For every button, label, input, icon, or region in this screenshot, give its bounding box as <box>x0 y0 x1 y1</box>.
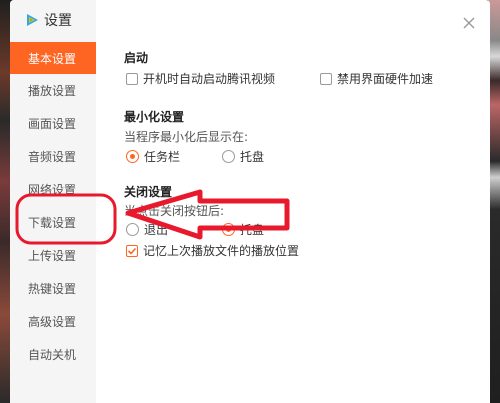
remember-position-option[interactable]: 记忆上次播放文件的播放位置 <box>126 242 299 259</box>
close-tray-option[interactable]: 托盘 <box>222 221 264 238</box>
sidebar-item-label: 网络设置 <box>28 182 77 197</box>
sidebar-item-hotkeys[interactable]: 热键设置 <box>10 272 96 304</box>
close-hint: 当点击关闭按钮后: <box>124 204 225 218</box>
sidebar-item-network[interactable]: 网络设置 <box>10 173 96 205</box>
remember-position-checkbox[interactable] <box>126 244 138 257</box>
sidebar-item-label: 下载设置 <box>28 215 77 230</box>
section-title-startup: 启动 <box>124 51 149 65</box>
dialog-header: 设置 <box>24 9 72 31</box>
sidebar-item-playback[interactable]: 播放设置 <box>10 74 96 106</box>
dialog-title: 设置 <box>44 13 72 29</box>
sidebar-item-upload[interactable]: 上传设置 <box>10 239 96 271</box>
autostart-label: 开机时自动启动腾讯视频 <box>143 72 276 86</box>
section-title-minimize: 最小化设置 <box>124 110 185 124</box>
sidebar-item-label: 音频设置 <box>28 149 77 164</box>
sidebar-item-download[interactable]: 下载设置 <box>10 206 96 238</box>
sidebar: 设置 基本设置 播放设置 画面设置 音频设置 网络设置 下载设置 上传设置 热键… <box>10 0 96 403</box>
sidebar-item-label: 自动关机 <box>28 347 77 362</box>
settings-content: 启动 开机时自动启动腾讯视频 禁用界面硬件加速 最小化设置 当程序最小化后显示在… <box>124 0 484 403</box>
close-tray-radio[interactable] <box>222 223 235 236</box>
minimize-hint: 当程序最小化后显示在: <box>124 130 249 144</box>
section-title-close: 关闭设置 <box>124 185 173 199</box>
sidebar-item-label: 上传设置 <box>28 248 77 263</box>
sidebar-item-label: 画面设置 <box>28 116 77 131</box>
sidebar-item-label: 基本设置 <box>28 51 77 66</box>
sidebar-item-basic[interactable]: 基本设置 <box>10 42 96 74</box>
minimize-taskbar-radio[interactable] <box>126 150 139 163</box>
settings-dialog: 设置 基本设置 播放设置 画面设置 音频设置 网络设置 下载设置 上传设置 热键… <box>10 0 490 403</box>
disable-hw-accel-option[interactable]: 禁用界面硬件加速 <box>320 70 433 87</box>
disable-hw-accel-checkbox[interactable] <box>320 72 332 85</box>
minimize-tray-radio[interactable] <box>222 150 235 163</box>
autostart-option[interactable]: 开机时自动启动腾讯视频 <box>126 70 275 87</box>
sidebar-item-label: 播放设置 <box>28 83 77 98</box>
minimize-tray-option[interactable]: 托盘 <box>222 148 264 165</box>
remember-position-label: 记忆上次播放文件的播放位置 <box>143 244 300 258</box>
minimize-tray-label: 托盘 <box>240 150 265 164</box>
close-tray-label: 托盘 <box>240 223 265 237</box>
minimize-taskbar-option[interactable]: 任务栏 <box>126 148 180 165</box>
close-exit-radio[interactable] <box>126 223 139 236</box>
checkmark-icon <box>127 247 137 255</box>
sidebar-item-label: 热键设置 <box>28 281 77 296</box>
sidebar-item-display[interactable]: 画面设置 <box>10 107 96 139</box>
tencent-video-logo <box>27 14 38 26</box>
sidebar-item-audio[interactable]: 音频设置 <box>10 140 96 172</box>
sidebar-item-advanced[interactable]: 高级设置 <box>10 305 96 337</box>
disable-hw-accel-label: 禁用界面硬件加速 <box>337 72 434 86</box>
minimize-taskbar-label: 任务栏 <box>144 150 181 164</box>
close-exit-option[interactable]: 退出 <box>126 221 168 238</box>
close-exit-label: 退出 <box>144 223 169 237</box>
autostart-checkbox[interactable] <box>126 72 138 85</box>
sidebar-item-label: 高级设置 <box>28 314 77 329</box>
sidebar-item-auto-shutdown[interactable]: 自动关机 <box>10 338 96 370</box>
